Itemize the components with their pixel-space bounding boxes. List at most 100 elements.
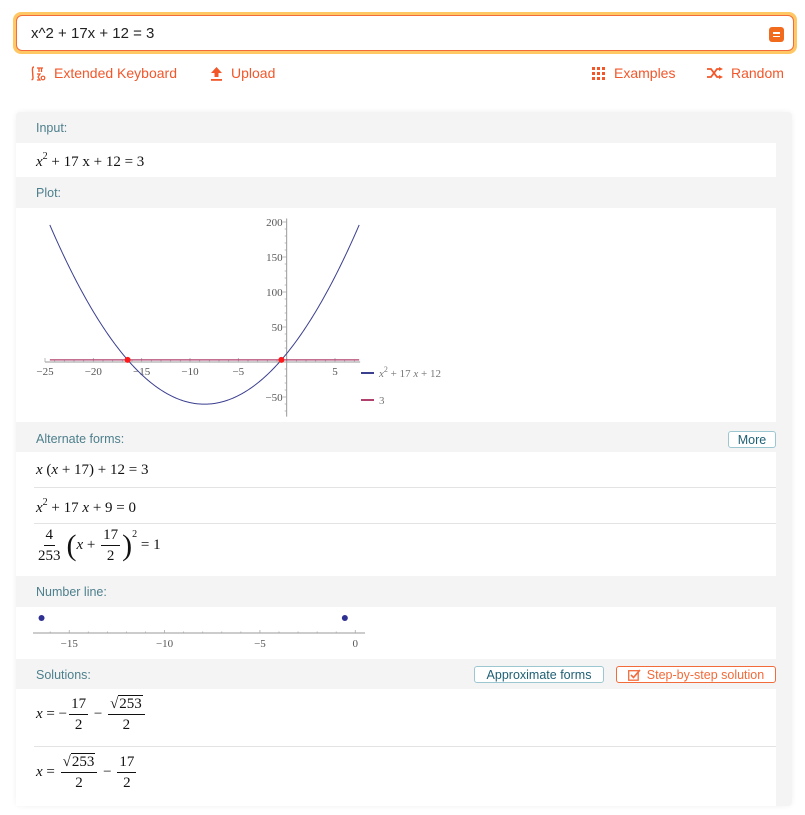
fraction: 17 2: [101, 527, 121, 564]
solution-2: x = √253 2 − 17 2: [36, 753, 138, 791]
fraction: √253 2: [108, 695, 145, 733]
function-plot: −25 −20 −15 −10 −5 5 200 150 100 50 −50 x2 + 17 x +…: [36, 217, 441, 417]
row-divider: [34, 487, 776, 488]
row-divider: [34, 746, 776, 747]
denominator: 2: [123, 775, 131, 791]
y-tick-label: 100: [266, 287, 283, 299]
solution-point: [341, 615, 348, 621]
upload-arrow-icon: [210, 66, 223, 81]
input-pod: x2 + 17 x + 12 = 3: [16, 143, 776, 177]
plus: +: [83, 537, 100, 553]
text: = −: [42, 706, 68, 722]
numerator: 4: [43, 527, 55, 546]
denominator: 253: [38, 548, 61, 564]
numerator: 17: [101, 527, 121, 546]
number-line-pod: −15 −10 −5 0: [16, 607, 776, 659]
numerator: √253: [108, 695, 145, 715]
number-line-title: Number line:: [36, 585, 107, 599]
text: + 9 = 0: [89, 500, 136, 516]
x-tick-label: −20: [85, 366, 103, 378]
var-x: x: [36, 706, 43, 722]
upload-label: Upload: [231, 65, 276, 81]
alternate-form-2: x2 + 17 x + 9 = 0: [36, 497, 136, 517]
legend-label: 3: [379, 395, 385, 407]
row-divider: [34, 523, 776, 524]
number-line: −15 −10 −5 0: [33, 615, 365, 650]
input-expression: x2 + 17 x + 12 = 3: [36, 151, 144, 171]
fraction: 17 2: [69, 696, 89, 733]
x-tick-label: −25: [36, 366, 54, 378]
text: −: [90, 706, 107, 722]
radicand: 253: [70, 753, 96, 770]
extended-keyboard-label: Extended Keyboard: [54, 65, 177, 81]
text: =: [42, 764, 59, 780]
y-tick-label: 200: [266, 217, 283, 229]
extended-keyboard-button[interactable]: Extended Keyboard: [31, 62, 177, 84]
alternate-forms-title: Alternate forms:: [36, 432, 125, 446]
step-by-step-label: Step-by-step solution: [646, 667, 765, 682]
alternate-form-1: x (x + 17) + 12 = 3: [36, 462, 148, 479]
intersection-point: [278, 356, 285, 363]
x-tick-label: −15: [133, 366, 151, 378]
var-x: x: [36, 154, 43, 170]
checkbox-icon: [627, 668, 641, 681]
solution-1: x = − 17 2 − √253 2: [36, 695, 147, 733]
random-label: Random: [731, 65, 784, 81]
search-box: [16, 15, 794, 51]
denominator: 2: [75, 775, 83, 791]
numerator: √253: [60, 753, 98, 773]
denominator: 2: [122, 717, 131, 733]
random-button[interactable]: Random: [707, 62, 784, 84]
var-x: x: [36, 462, 43, 478]
var-x: x: [36, 764, 43, 780]
input-pod-title: Input:: [36, 121, 68, 135]
text: −: [99, 764, 116, 780]
alternate-forms-pod: x (x + 17) + 12 = 3 x2 + 17 x + 9 = 0 42…: [16, 452, 776, 576]
close-paren: ): [122, 528, 133, 562]
more-button[interactable]: More: [728, 431, 776, 448]
expr-rest: + 17 x + 12 = 3: [47, 154, 145, 170]
plot-pod: −25 −20 −15 −10 −5 5 200 150 100 50 −50 x2 + 17 x +…: [16, 208, 776, 422]
sqrt: √253: [62, 753, 96, 770]
upload-button[interactable]: Upload: [210, 62, 275, 84]
numerator: 17: [69, 696, 89, 715]
y-tick-label: 150: [266, 252, 283, 264]
y-tick-label: −50: [265, 392, 283, 404]
shuffle-icon: [707, 67, 723, 79]
solutions-pod: x = − 17 2 − √253 2 x = √253 2 − 17 2: [16, 689, 776, 806]
var-x: x: [76, 537, 84, 553]
text: + 17: [47, 500, 83, 516]
denominator: 2: [106, 548, 115, 564]
denominator: 2: [74, 717, 83, 733]
step-by-step-button[interactable]: Step-by-step solution: [616, 666, 776, 683]
number-line-tick-label: 0: [353, 638, 359, 650]
number-line-tick-label: −10: [156, 638, 174, 650]
sqrt: √253: [110, 695, 143, 712]
var-x: x: [36, 500, 43, 516]
fraction: 17 2: [117, 754, 137, 791]
numerator: 17: [117, 754, 137, 773]
solutions-title: Solutions:: [36, 668, 91, 682]
solution-point: [38, 615, 45, 621]
math-symbols-icon: [31, 65, 46, 81]
alternate-form-3: 4 253 ( x + 17 2 ) 2 = 1: [36, 527, 161, 564]
approximate-forms-button[interactable]: Approximate forms: [474, 666, 604, 683]
search-bar: [13, 12, 797, 54]
text: = 1: [137, 537, 161, 553]
dot-grid-icon: [592, 66, 606, 80]
number-line-tick-label: −5: [254, 638, 266, 650]
text: + 17) + 12 = 3: [58, 462, 149, 478]
x-tick-label: 5: [332, 366, 338, 378]
plot-pod-title: Plot:: [36, 186, 62, 200]
fraction: 4 253: [38, 527, 61, 564]
fraction: √253 2: [60, 753, 98, 791]
number-line-tick-label: −15: [61, 638, 79, 650]
y-tick-label: 50: [272, 322, 284, 334]
search-input[interactable]: [31, 16, 731, 50]
examples-button[interactable]: Examples: [592, 62, 675, 84]
x-tick-label: −10: [181, 366, 199, 378]
intersection-point: [124, 356, 131, 363]
examples-label: Examples: [614, 65, 676, 81]
toolbar: Extended Keyboard Upload Examples Random: [0, 62, 805, 84]
equals-icon[interactable]: [769, 27, 784, 42]
